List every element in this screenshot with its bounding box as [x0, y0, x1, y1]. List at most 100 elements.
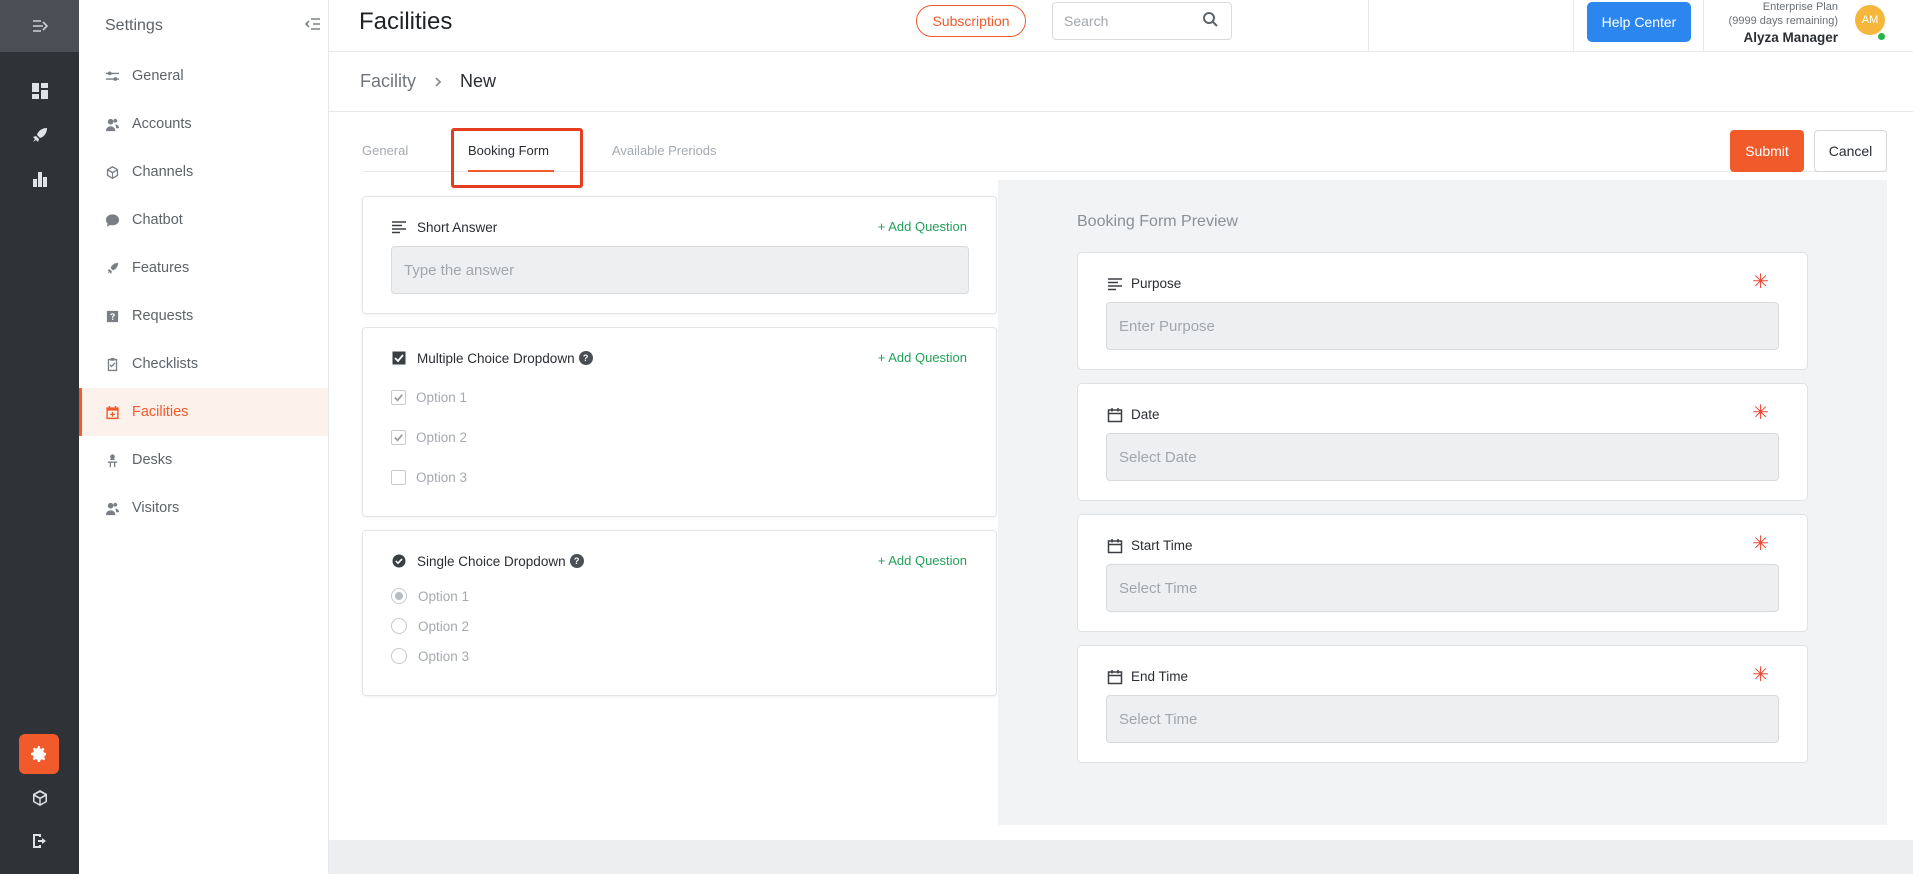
- required-asterisk-icon: ✳: [1752, 271, 1769, 293]
- settings-nav-button[interactable]: [19, 734, 59, 774]
- radio-option[interactable]: Option 2: [391, 618, 469, 634]
- analytics-icon: [32, 172, 47, 187]
- end-time-input[interactable]: Select Time: [1106, 695, 1779, 743]
- question-title: Multiple Choice Dropdown ?: [391, 350, 593, 366]
- help-icon[interactable]: ?: [578, 351, 593, 365]
- users-icon: [105, 118, 119, 131]
- calendar-plus-icon: [105, 405, 119, 419]
- sidebar-header: Settings: [79, 0, 328, 52]
- preview-field-purpose: Purpose ✳ Enter Purpose: [1077, 252, 1808, 370]
- sidebar-item-desks[interactable]: Desks: [79, 436, 328, 484]
- page-footer-band: [329, 840, 1913, 874]
- required-asterisk-icon: ✳: [1752, 402, 1769, 424]
- settings-sidebar: Settings General Accounts Channels Chatb…: [79, 0, 329, 874]
- divider: [1573, 0, 1574, 52]
- sidebar-item-accounts[interactable]: Accounts: [79, 100, 328, 148]
- channels-nav[interactable]: [0, 778, 79, 818]
- help-center-button[interactable]: Help Center: [1587, 2, 1691, 42]
- logout-nav[interactable]: [0, 821, 79, 861]
- sidebar-item-chatbot[interactable]: Chatbot: [79, 196, 328, 244]
- checkbox-option[interactable]: Option 2: [391, 430, 467, 445]
- checkbox-option[interactable]: Option 3: [391, 470, 467, 485]
- tab-general[interactable]: General: [362, 143, 408, 158]
- add-question-button[interactable]: + Add Question: [878, 553, 967, 568]
- radio-selected-icon: [391, 588, 407, 604]
- purpose-input[interactable]: Enter Purpose: [1106, 302, 1779, 350]
- radio-option[interactable]: Option 1: [391, 588, 469, 604]
- question-square-icon: [106, 310, 118, 322]
- sidebar-item-general[interactable]: General: [79, 52, 328, 100]
- radio-checked-icon: [391, 553, 407, 569]
- analytics-nav[interactable]: [0, 159, 79, 199]
- cube-icon: [32, 790, 47, 806]
- short-answer-input[interactable]: Type the answer: [391, 246, 969, 294]
- cube-icon: [106, 165, 118, 179]
- expand-rail-button[interactable]: [0, 0, 79, 52]
- online-status-dot: [1877, 32, 1886, 41]
- radio-unselected-icon: [391, 648, 407, 664]
- search-icon[interactable]: [1202, 11, 1220, 29]
- sidebar-item-channels[interactable]: Channels: [79, 148, 328, 196]
- divider: [1368, 0, 1369, 52]
- add-question-button[interactable]: + Add Question: [878, 219, 967, 234]
- required-asterisk-icon: ✳: [1752, 533, 1769, 555]
- checkbox-unchecked-icon: [391, 470, 406, 485]
- preview-field-date: Date ✳ Select Date: [1077, 383, 1808, 501]
- option-label: Option 3: [416, 470, 468, 485]
- settings-icon: [31, 746, 46, 762]
- text-lines-icon: [1106, 275, 1123, 292]
- submit-button[interactable]: Submit: [1730, 130, 1804, 172]
- option-label: Option 1: [416, 390, 468, 405]
- form-tabs: General Booking Form Available Preriods: [362, 132, 1887, 172]
- checkbox-checked-icon: [391, 390, 406, 405]
- text-lines-icon: [391, 219, 407, 235]
- radio-option[interactable]: Option 3: [391, 648, 469, 664]
- breadcrumb-parent[interactable]: Facility: [360, 71, 416, 92]
- sidebar-title: Settings: [105, 17, 163, 34]
- collapse-icon: [304, 17, 320, 30]
- sidebar-item-visitors[interactable]: Visitors: [79, 484, 328, 532]
- field-label-text: End Time: [1131, 669, 1189, 684]
- calendar-icon: [1106, 668, 1123, 685]
- help-icon[interactable]: ?: [569, 554, 584, 568]
- sidebar-item-label: Channels: [132, 164, 194, 180]
- cancel-button[interactable]: Cancel: [1814, 130, 1887, 172]
- multiple-choice-title: Multiple Choice Dropdown: [417, 350, 575, 366]
- divider: [1703, 0, 1704, 52]
- short-answer-title: Short Answer: [417, 219, 498, 235]
- short-answer-card: Short Answer + Add Question Type the ans…: [362, 196, 997, 314]
- sidebar-item-features[interactable]: Features: [79, 244, 328, 292]
- add-question-button[interactable]: + Add Question: [878, 350, 967, 365]
- question-title: Short Answer: [391, 219, 497, 235]
- dashboard-nav[interactable]: [0, 71, 79, 111]
- field-label: Start Time: [1106, 537, 1193, 554]
- rocket-icon: [32, 128, 47, 142]
- option-label: Option 2: [418, 618, 470, 634]
- breadcrumb: Facility New: [329, 52, 1913, 112]
- field-label-text: Purpose: [1131, 276, 1182, 291]
- sidebar-item-checklists[interactable]: Checklists: [79, 340, 328, 388]
- plan-days-remaining: (9999 days remaining): [1728, 15, 1838, 27]
- tab-available-periods[interactable]: Available Preriods: [612, 143, 717, 158]
- sidebar-item-label: Requests: [132, 308, 194, 324]
- collapse-sidebar-button[interactable]: [304, 15, 322, 38]
- features-nav[interactable]: [0, 115, 79, 155]
- avatar[interactable]: AM: [1855, 5, 1885, 35]
- sidebar-item-facilities[interactable]: Facilities: [79, 388, 328, 436]
- sidebar-item-label: Accounts: [132, 116, 192, 132]
- question-title: Single Choice Dropdown ?: [391, 553, 584, 569]
- start-time-input[interactable]: Select Time: [1106, 564, 1779, 612]
- checkbox-option[interactable]: Option 1: [391, 390, 467, 405]
- field-label: Date: [1106, 406, 1160, 423]
- sidebar-item-label: General: [132, 68, 184, 84]
- subscription-button[interactable]: Subscription: [916, 5, 1026, 37]
- desk-icon: [107, 453, 117, 467]
- breadcrumb-current: New: [460, 71, 497, 91]
- field-label: Purpose: [1106, 275, 1181, 292]
- sidebar-item-requests[interactable]: Requests: [79, 292, 328, 340]
- calendar-icon: [1106, 537, 1123, 554]
- sliders-icon: [105, 71, 119, 81]
- expand-icon: [32, 20, 48, 32]
- date-input[interactable]: Select Date: [1106, 433, 1779, 481]
- plan-info: Enterprise Plan (9999 days remaining) Al…: [1710, 0, 1838, 47]
